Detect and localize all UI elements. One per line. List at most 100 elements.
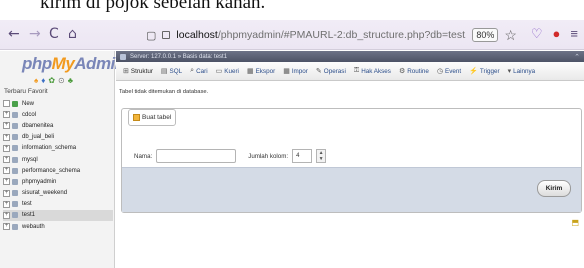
privileges-icon: ⚿ xyxy=(353,67,360,74)
tab-label: Kueri xyxy=(224,67,239,75)
expand-icon[interactable]: + xyxy=(3,200,10,208)
database-item[interactable]: + webauth xyxy=(3,221,113,232)
create-table-row: Nama: Jumlah kolom: 4 ▲ ▼ xyxy=(134,149,327,163)
tab-hak-akses[interactable]: ⚿ Hak Akses xyxy=(350,67,395,75)
table-name-label: Nama: xyxy=(134,152,153,160)
database-item[interactable]: + dbamenitea xyxy=(3,120,113,131)
sql-icon: ▤ xyxy=(160,68,168,75)
column-count-label: Jumlah kolom: xyxy=(248,152,289,160)
database-label: webauth xyxy=(22,223,45,230)
create-table-legend: Buat tabel xyxy=(128,109,177,126)
database-label: sisurat_weekend xyxy=(22,190,68,197)
export-icon: ▦ xyxy=(246,68,254,75)
expand-icon[interactable]: + xyxy=(3,111,10,119)
database-label: New xyxy=(22,100,35,107)
collapse-icon[interactable]: ⌃ xyxy=(574,53,580,61)
database-label: db_jual_beli xyxy=(22,134,55,141)
zoom-badge[interactable]: 80% xyxy=(472,28,499,42)
database-item[interactable]: New xyxy=(3,98,113,109)
expand-icon[interactable]: + xyxy=(3,178,10,186)
expand-icon[interactable]: + xyxy=(3,223,10,231)
pocket-icon[interactable]: ♡ xyxy=(531,26,543,42)
tab-label: Cari xyxy=(196,67,208,75)
database-icon xyxy=(12,212,18,219)
tab-operasi[interactable]: ✎ Operasi xyxy=(312,67,350,76)
database-item[interactable]: + mysql xyxy=(3,154,113,165)
menu-icon[interactable]: ≡ xyxy=(570,26,578,42)
url-text[interactable]: localhost/phpmyadmin/#PMAURL-2:db_struct… xyxy=(176,29,466,41)
tab-struktur[interactable]: ⊞ Struktur xyxy=(119,67,157,76)
scroll-top-icon[interactable]: ⬒ xyxy=(571,218,579,227)
tab-sql[interactable]: ▤ SQL xyxy=(157,67,186,76)
column-count-stepper[interactable]: ▲ ▼ xyxy=(316,149,327,163)
address-bar[interactable]: ▢ localhost/phpmyadmin/#PMAURL-2:db_stru… xyxy=(140,24,520,46)
submit-button[interactable]: Kirim xyxy=(537,180,571,197)
browser-right-icons: ♡ ● ≡ xyxy=(531,26,578,42)
tab-trigger[interactable]: ⚡ Trigger xyxy=(465,67,503,76)
expand-icon[interactable]: + xyxy=(3,144,10,152)
logo-php: php xyxy=(22,54,52,73)
tab-impor[interactable]: ▦ Impor xyxy=(279,67,312,76)
expand-icon[interactable] xyxy=(3,100,10,108)
database-icon xyxy=(12,178,18,185)
trigger-icon: ⚡ xyxy=(469,68,478,75)
expand-icon[interactable]: + xyxy=(3,211,10,219)
tab-event[interactable]: ◷ Event xyxy=(433,67,465,76)
docs-icon[interactable]: ⊙ xyxy=(58,76,65,85)
database-label: test xyxy=(22,201,32,208)
tab-label: Operasi xyxy=(323,67,346,75)
database-icon xyxy=(12,145,18,152)
url-host: localhost xyxy=(176,29,218,41)
navigation-panel: phpMyAdmin ♠ ♦ ✿ ⊙ ♣ Terbaru Favorit New… xyxy=(0,51,125,268)
tab-label: Struktur xyxy=(130,67,153,75)
tab-label: Event xyxy=(445,67,462,75)
expand-icon[interactable]: + xyxy=(3,156,10,164)
database-item[interactable]: + information_schema xyxy=(3,143,113,154)
tab-label: Trigger xyxy=(479,67,500,75)
tab-kueri[interactable]: ▭ Kueri xyxy=(212,67,243,76)
recent-favorite-tabs[interactable]: Terbaru Favorit xyxy=(4,88,48,95)
url-path: /phpmyadmin/#PMAURL-2:db_structure.php?d… xyxy=(217,29,467,41)
event-icon: ◷ xyxy=(436,68,444,75)
database-icon xyxy=(12,122,18,129)
reload-icon[interactable]: ♣ xyxy=(68,76,73,85)
expand-icon[interactable]: + xyxy=(3,167,10,175)
column-count-input[interactable]: 4 xyxy=(292,149,313,163)
server-icon xyxy=(120,53,126,60)
database-item[interactable]: + db_jual_beli xyxy=(3,132,113,143)
tab-label: Ekspor xyxy=(255,67,276,75)
table-name-input[interactable] xyxy=(156,149,237,163)
database-item[interactable]: + performance_schema xyxy=(3,165,113,176)
db-icon[interactable]: ♦ xyxy=(41,76,45,85)
database-item[interactable]: + test1 xyxy=(3,209,113,222)
tab-lainnya[interactable]: ▾ Lainnya xyxy=(504,67,540,76)
home-icon[interactable]: ⌂ xyxy=(68,26,77,42)
expand-icon[interactable]: + xyxy=(3,122,10,130)
phpmyadmin-logo[interactable]: phpMyAdmin xyxy=(22,54,125,74)
star-icon[interactable]: ☆ xyxy=(504,27,517,44)
database-item[interactable]: + test xyxy=(3,199,113,210)
tab-ekspor[interactable]: ▦ Ekspor xyxy=(243,67,279,76)
browser-toolbar: ← → C ⌂ ▢ localhost/phpmyadmin/#PMAURL-2… xyxy=(0,20,584,50)
no-tables-message: Tabel tidak ditemukan di database. xyxy=(119,89,209,95)
search-icon: ⌕ xyxy=(190,67,195,74)
create-table-legend-label: Buat tabel xyxy=(142,114,172,121)
expand-icon[interactable]: + xyxy=(3,189,10,197)
tab-label: Hak Akses xyxy=(361,67,391,75)
database-item[interactable]: + sisurat_weekend xyxy=(3,188,113,199)
tab-cari[interactable]: ⌕ Cari xyxy=(186,67,211,75)
tab-label: SQL xyxy=(169,67,183,75)
reload-icon[interactable]: C xyxy=(49,26,59,42)
expand-icon[interactable]: + xyxy=(3,133,10,141)
house-icon[interactable]: ♠ xyxy=(34,76,38,85)
database-item[interactable]: + cdcol xyxy=(3,109,113,120)
forward-icon[interactable]: → xyxy=(29,26,41,42)
tab-routine[interactable]: ⚙ Routine xyxy=(395,67,433,76)
extension-icon[interactable]: ● xyxy=(553,26,561,42)
database-item[interactable]: + phpmyadmin xyxy=(3,176,113,187)
more-icon: ▾ xyxy=(507,68,512,75)
settings-icon[interactable]: ✿ xyxy=(48,76,55,85)
database-label: phpmyadmin xyxy=(22,178,57,185)
back-icon[interactable]: ← xyxy=(8,26,20,42)
breadcrumb-text[interactable]: Server: 127.0.0.1 » Basis data: test1 xyxy=(130,54,227,60)
